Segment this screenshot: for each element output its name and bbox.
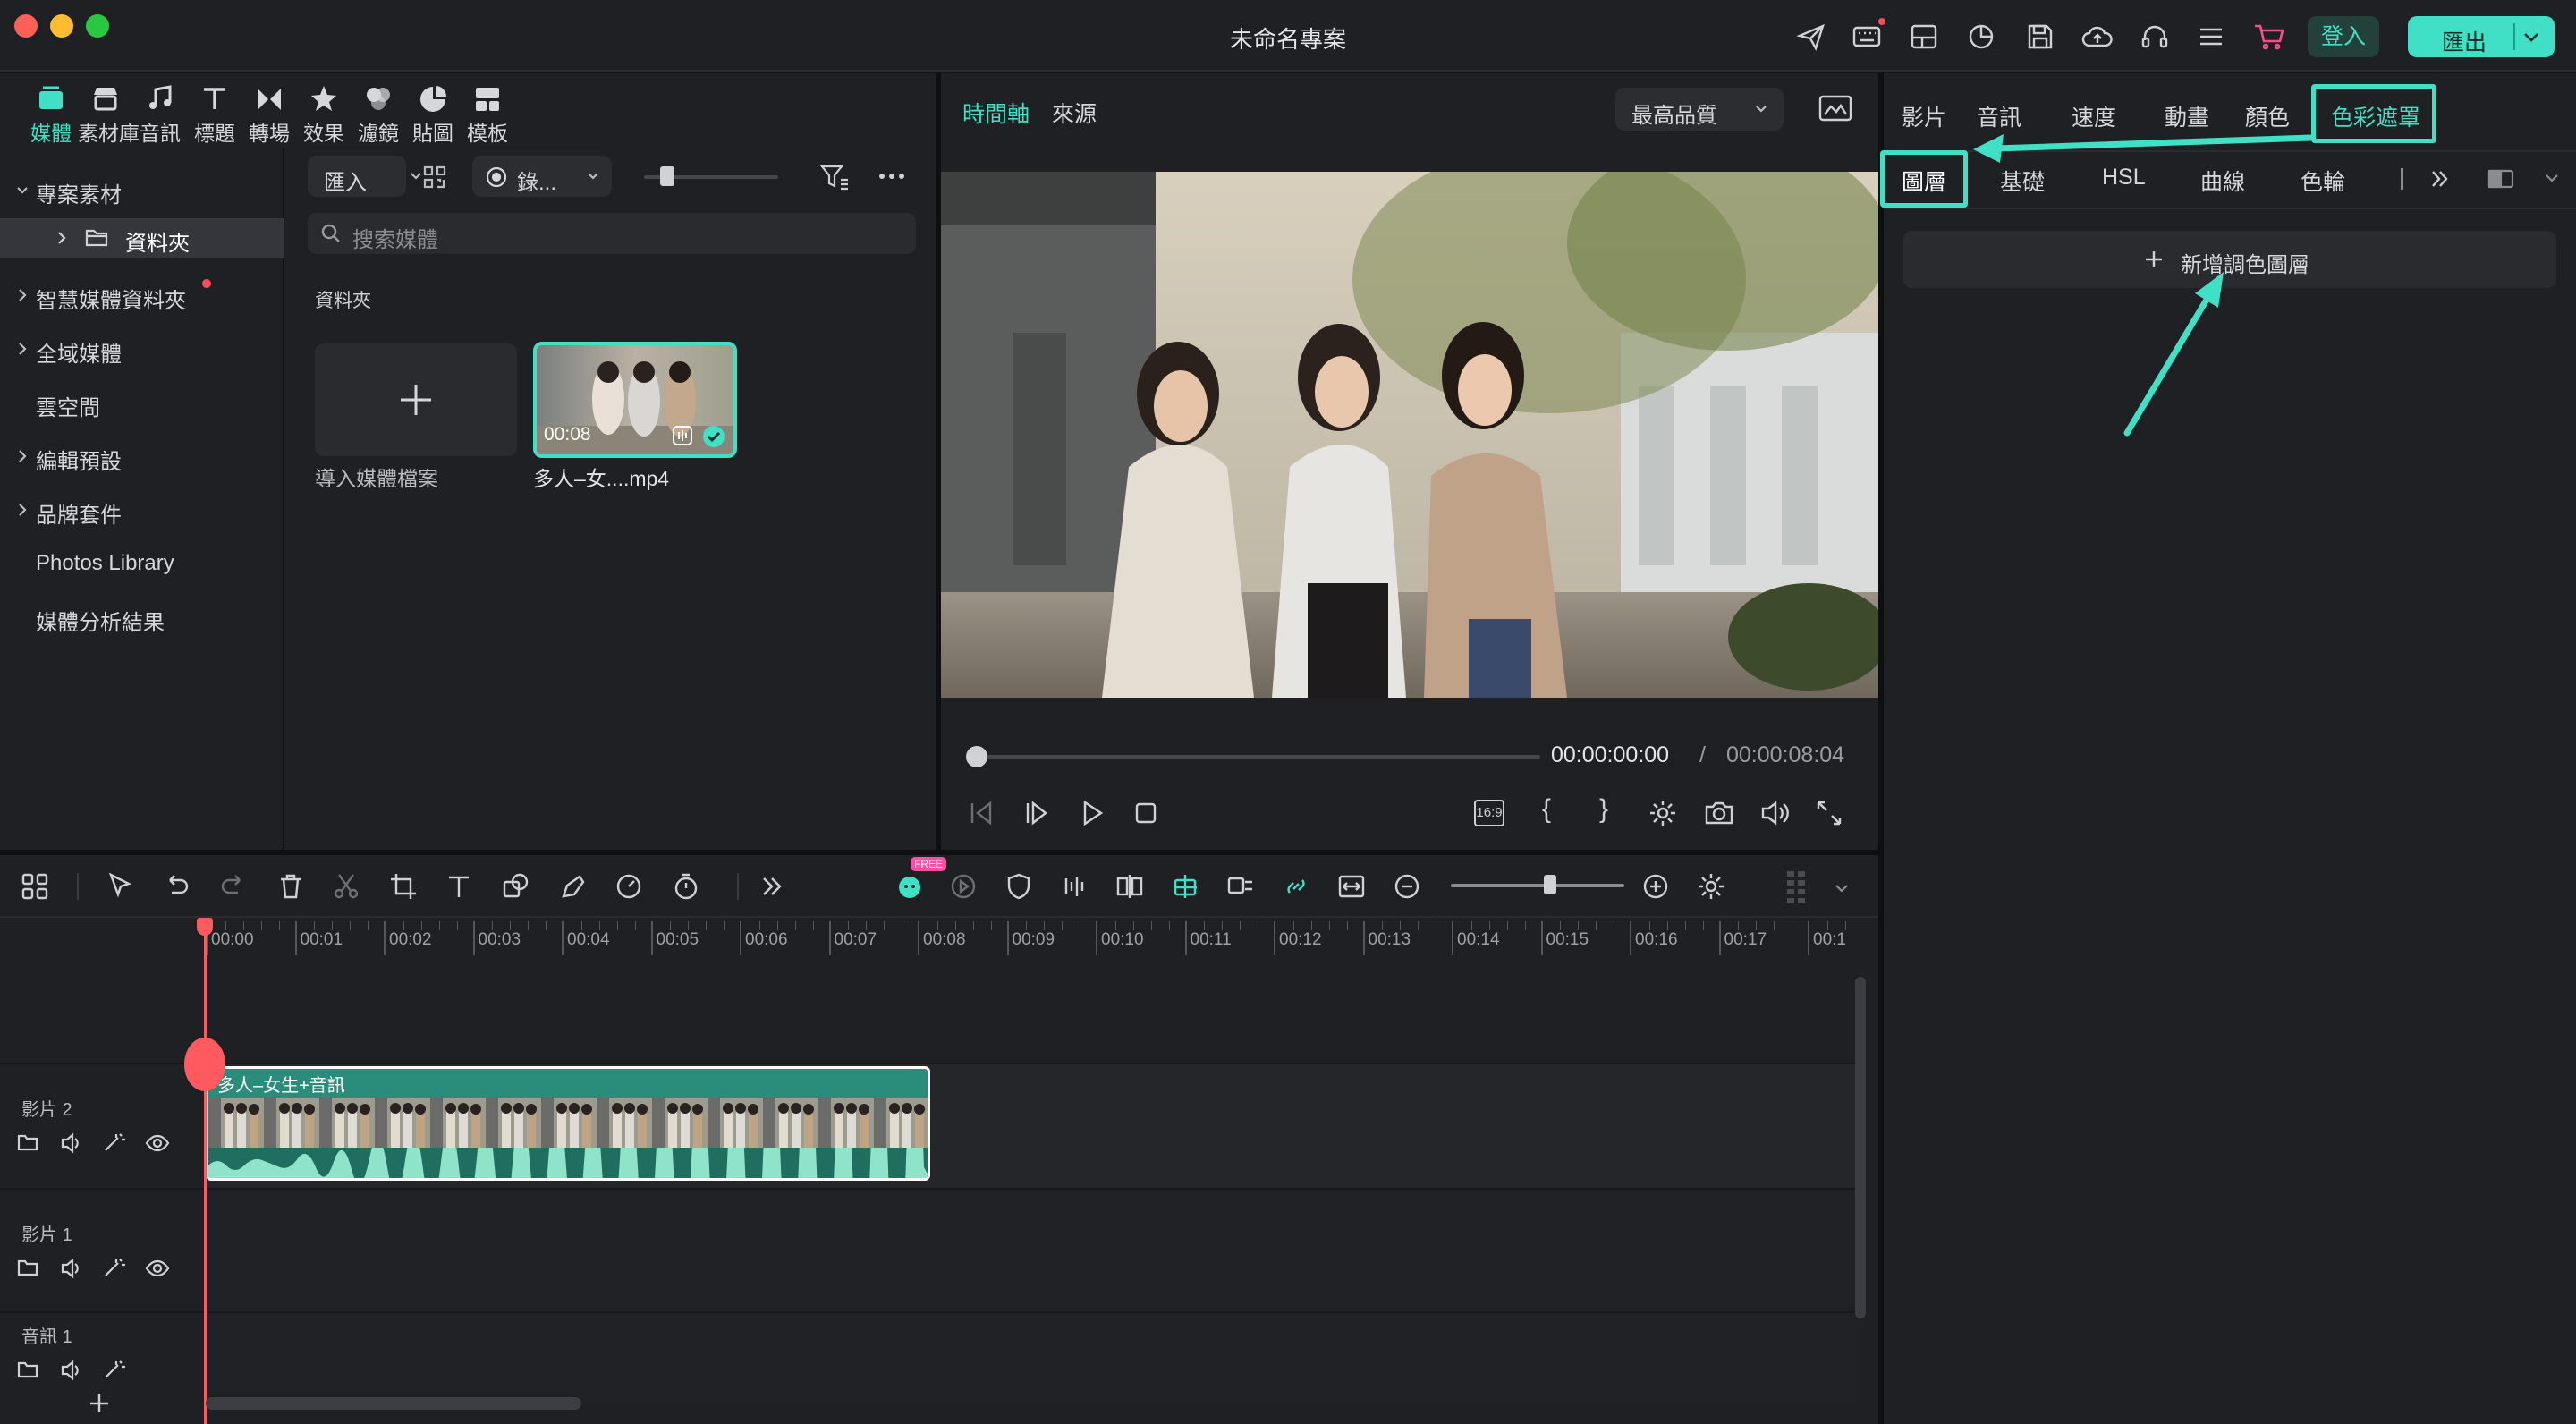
annotation-arrows <box>1973 134 2315 437</box>
